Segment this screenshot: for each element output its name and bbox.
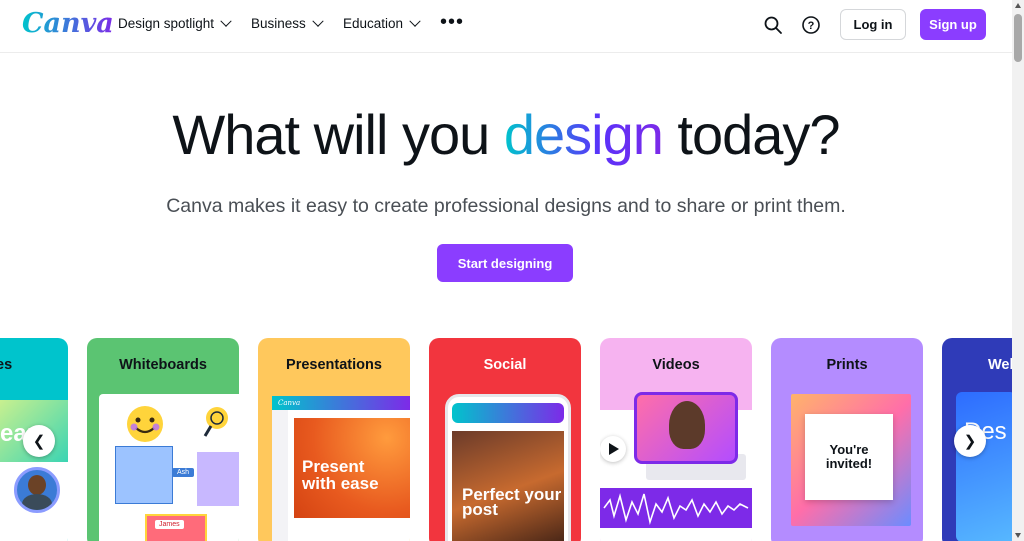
avatar-face (28, 475, 46, 495)
card-label: Presentations (286, 357, 382, 373)
video-preview (634, 392, 738, 464)
card-prints[interactable]: Prints You're invited! (771, 338, 923, 541)
scroll-down-icon[interactable] (1015, 533, 1021, 538)
canva-logo[interactable]: Canva (22, 8, 114, 39)
menu-design-spotlight[interactable]: Design spotlight (118, 15, 232, 31)
menu-label: Design spotlight (118, 16, 215, 31)
chevron-left-icon: ❮ (32, 433, 46, 450)
cursor-tag-ash: Ash (172, 468, 195, 477)
chevron-down-icon (312, 15, 324, 27)
sticky-note-purple (197, 452, 239, 506)
scroll-up-icon[interactable] (1015, 3, 1021, 8)
avatar-body (22, 494, 52, 510)
card-social[interactable]: Social Perfect your post (429, 338, 581, 541)
smiley-icon (127, 406, 163, 442)
chevron-right-icon: ❯ (963, 433, 977, 450)
social-post-image: Perfect your post (452, 431, 564, 541)
signup-button[interactable]: Sign up (920, 9, 986, 40)
web-preview: Des (956, 392, 1012, 541)
top-navbar: Canva Design spotlight Business Educatio… (0, 0, 1012, 53)
slide-preview: Present with ease (294, 418, 410, 518)
phone-toolbar (452, 403, 564, 423)
card-label: Whiteboards (119, 357, 207, 373)
hero-subtitle: Canva makes it easy to create profession… (166, 195, 846, 217)
invitation-text: You're invited! (825, 442, 873, 471)
card-label: Prints (826, 357, 868, 373)
editor-sidebar (272, 410, 288, 541)
lightbulb-icon (203, 407, 228, 437)
design-type-carousel: es earn Whiteboards Ash James (0, 338, 1012, 541)
page-scrollbar[interactable] (1012, 0, 1024, 541)
menu-business[interactable]: Business (251, 15, 324, 31)
hero-title-before: What will you (172, 103, 504, 166)
audio-track (600, 488, 752, 528)
avatar[interactable] (14, 467, 60, 513)
sticky-note-red: James (145, 514, 207, 541)
search-icon[interactable] (762, 14, 784, 36)
menu-education[interactable]: Education (343, 15, 421, 31)
card-presentations[interactable]: Presentations Canva Present with ease (258, 338, 410, 541)
carousel-prev-button[interactable]: ❮ (23, 425, 55, 457)
play-icon[interactable] (600, 436, 626, 462)
presentation-editor: Canva Present with ease (272, 396, 410, 541)
more-horizontal-icon[interactable]: ••• (440, 12, 464, 32)
svg-text:?: ? (808, 20, 815, 32)
hero-title: What will you design today? (0, 102, 1012, 167)
whiteboard-canvas: Ash James (99, 394, 239, 541)
card-label: Social (483, 357, 527, 373)
menu-label: Education (343, 16, 404, 31)
card-whiteboards[interactable]: Whiteboards Ash James (87, 338, 239, 541)
scrollbar-thumb[interactable] (1014, 14, 1022, 62)
hero-title-after: today? (662, 103, 840, 166)
waveform-icon (603, 492, 749, 526)
chevron-down-icon (220, 15, 232, 27)
social-post-text: Perfect your post (462, 485, 562, 519)
sticky-note-blue (115, 446, 173, 504)
cursor-tag-james: James (155, 520, 184, 529)
card-label: Web (988, 357, 1012, 373)
phone-mockup: Perfect your post (445, 394, 571, 541)
card-label: es (0, 357, 13, 373)
hero-title-highlight: design (503, 103, 664, 166)
chevron-down-icon (409, 15, 421, 27)
help-icon[interactable]: ? (800, 14, 822, 36)
start-designing-button[interactable]: Start designing (437, 244, 573, 282)
invitation-card: You're invited! (805, 414, 893, 500)
card-label: Videos (652, 357, 700, 373)
editor-toolbar: Canva (272, 396, 410, 410)
carousel-next-button[interactable]: ❯ (954, 425, 986, 457)
slide-text: Present with ease (302, 457, 379, 493)
card-videos[interactable]: Videos (600, 338, 752, 541)
menu-label: Business (251, 16, 306, 31)
login-button[interactable]: Log in (840, 9, 906, 40)
video-person (669, 401, 705, 449)
